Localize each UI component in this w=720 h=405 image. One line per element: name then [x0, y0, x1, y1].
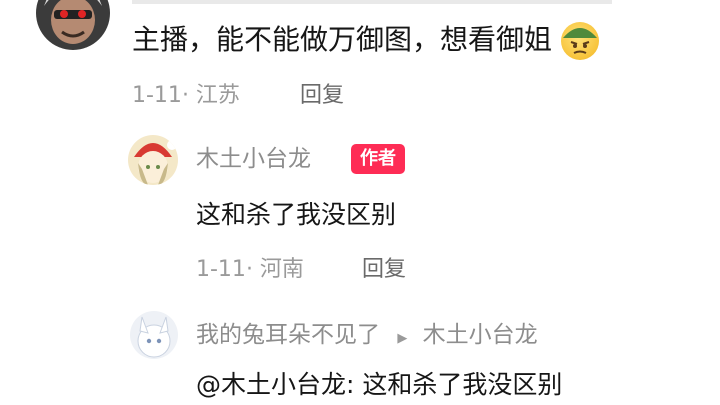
author-badge: 作者	[351, 144, 405, 174]
reply-reply-button[interactable]: 回复	[362, 255, 406, 285]
comment-text: 主播，能不能做万御图，想看御姐	[132, 21, 599, 60]
reply2-avatar[interactable]	[130, 311, 178, 359]
comment-text-content: 主播，能不能做万御图，想看御姐	[132, 23, 553, 56]
reply2-header: 我的兔耳朵不见了 ▶ 木土小台龙	[196, 320, 538, 354]
comment-date: 1-11	[132, 83, 182, 108]
reply2-text: @木土小台龙: 这和杀了我没区别	[196, 370, 563, 399]
comment-meta: 1-11· 江苏	[132, 81, 240, 111]
reply-text: 这和杀了我没区别	[196, 200, 397, 229]
annoyed-face-emoji-icon	[560, 22, 599, 60]
avatar-image	[36, 0, 110, 50]
reply-arrow-icon: ▶	[397, 331, 408, 346]
reply-author-name[interactable]: 木土小台龙	[196, 144, 311, 174]
reply-location: · 河南	[245, 257, 304, 282]
comment-location: · 江苏	[181, 83, 240, 108]
reply-date: 1-11	[196, 257, 246, 282]
reply-meta: 1-11· 河南	[196, 255, 304, 285]
reply2-author-name[interactable]: 我的兔耳朵不见了	[196, 322, 380, 348]
reply-button[interactable]: 回复	[300, 81, 344, 111]
reply-avatar[interactable]	[128, 135, 178, 185]
avatar[interactable]	[36, 0, 110, 50]
reply2-reply-to-name[interactable]: 木土小台龙	[423, 322, 538, 348]
cropped-top-line	[132, 0, 612, 4]
reply-avatar-image	[128, 135, 178, 185]
reply2-avatar-image	[130, 311, 178, 359]
